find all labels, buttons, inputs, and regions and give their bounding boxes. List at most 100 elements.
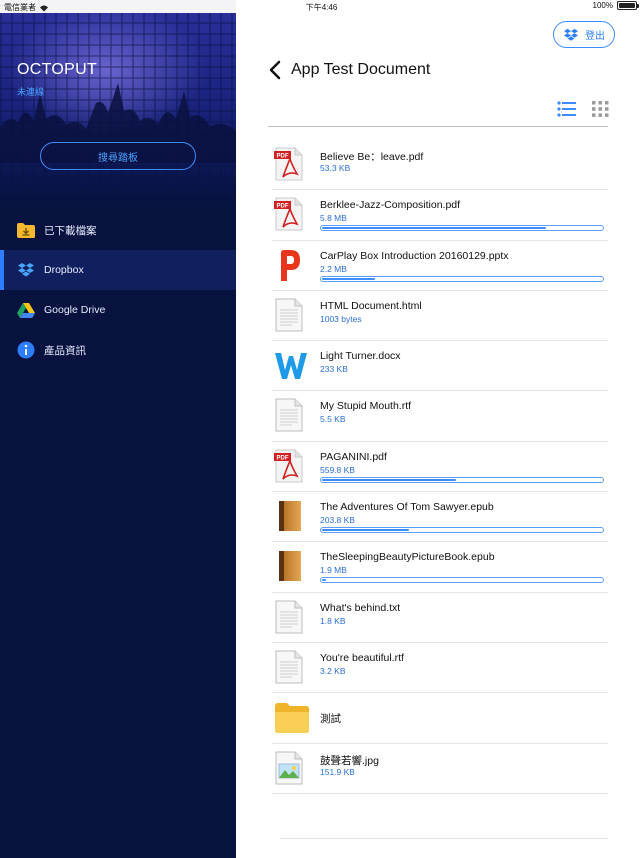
file-size: 1.9 MB: [320, 565, 347, 576]
sidebar-hero-image: [0, 13, 236, 203]
file-row[interactable]: My Stupid Mouth.rtf 5.5 KB: [272, 391, 608, 442]
list-view-icon[interactable]: [557, 101, 576, 117]
sidebar-item-label: Dropbox: [44, 264, 84, 276]
image-file-icon: [274, 751, 308, 787]
progress-fill: [322, 579, 327, 582]
progress-fill: [322, 529, 409, 532]
file-name: 測試: [320, 713, 341, 726]
info-icon: [16, 340, 36, 360]
back-chevron-icon[interactable]: [268, 60, 282, 80]
file-row[interactable]: Light Turner.docx 233 KB: [272, 341, 608, 392]
file-name: Believe Be：leave.pdf: [320, 151, 424, 163]
sidebar-item-label: 已下載檔案: [44, 224, 97, 237]
logout-button[interactable]: 登出: [553, 21, 615, 48]
battery-percent: 100%: [592, 1, 613, 10]
app-screen: OCTOPUT 未連線 搜尋踏板 已下載檔案 Dropbox Google Dr: [0, 0, 643, 858]
file-name: What's behind.txt: [320, 601, 401, 614]
list-end-divider: [280, 838, 608, 839]
sidebar-item-label: 產品資訊: [44, 344, 86, 357]
pdf-file-icon: PDF: [274, 147, 308, 183]
file-size: 3.2 KB: [320, 665, 346, 676]
powerpoint-file-icon: [274, 248, 308, 284]
folder-icon: [274, 700, 309, 736]
app-title: OCTOPUT: [17, 61, 98, 78]
pdf-file-icon: PDF: [274, 197, 308, 233]
file-row[interactable]: 鼓聲若響.jpg 151.9 KB: [272, 744, 608, 794]
epub-book-icon: [274, 499, 308, 535]
file-size: 5.8 MB: [320, 213, 347, 224]
text-file-icon: [274, 650, 308, 686]
progress-fill: [322, 478, 457, 481]
hero-grid-overlay: [0, 13, 236, 203]
sidebar-item-google-drive[interactable]: Google Drive: [0, 290, 236, 330]
file-size: 233 KB: [320, 364, 348, 375]
file-size: 203.8 KB: [320, 515, 355, 526]
file-row[interactable]: PDF Believe Be：leave.pdf 53.3 KB: [272, 140, 608, 191]
page-title: App Test Document: [291, 61, 431, 78]
file-row[interactable]: PDF Berklee-Jazz-Composition.pdf 5.8 MB: [272, 190, 608, 241]
file-row[interactable]: PDF PAGANINI.pdf 559.8 KB: [272, 442, 608, 493]
svg-text:PDF: PDF: [277, 455, 289, 461]
logout-label: 登出: [585, 31, 605, 42]
progress-fill: [322, 277, 376, 280]
download-progress-bar: [320, 275, 604, 282]
sidebar-item-product-info[interactable]: 產品資訊: [0, 330, 236, 370]
file-size: 559.8 KB: [320, 464, 355, 475]
battery-icon: [617, 1, 639, 10]
sidebar: OCTOPUT 未連線 搜尋踏板 已下載檔案 Dropbox Google Dr: [0, 0, 236, 858]
file-name: TheSleepingBeautyPictureBook.epub: [320, 551, 495, 564]
file-size: 5.5 KB: [320, 414, 346, 425]
text-file-icon: [274, 398, 308, 434]
view-toggle: [557, 101, 609, 117]
file-size: 1.8 KB: [320, 615, 346, 626]
sidebar-item-label: Google Drive: [44, 304, 106, 316]
file-name: My Stupid Mouth.rtf: [320, 400, 412, 413]
status-time: 下午4:46: [305, 3, 338, 12]
download-progress-bar: [320, 476, 604, 483]
file-size: 151.9 KB: [320, 766, 355, 777]
file-name: You're beautiful.rtf: [320, 651, 404, 664]
sidebar-nav: 已下載檔案 Dropbox Google Drive 產品資訊: [0, 210, 236, 370]
sidebar-item-dropbox[interactable]: Dropbox: [0, 250, 236, 290]
epub-book-icon: [274, 549, 308, 585]
connection-status: 未連線: [17, 87, 45, 97]
pdf-file-icon: PDF: [274, 449, 308, 485]
download-progress-bar: [320, 577, 604, 584]
file-row[interactable]: HTML Document.html 1003 bytes: [272, 291, 608, 342]
file-name: PAGANINI.pdf: [320, 450, 387, 463]
google-drive-icon: [16, 300, 36, 320]
download-folder-icon: [16, 220, 36, 240]
file-row[interactable]: What's behind.txt 1.8 KB: [272, 593, 608, 643]
file-row[interactable]: TheSleepingBeautyPictureBook.epub 1.9 MB: [272, 542, 608, 593]
main-panel: 登出 App Test Document PDF Believe Be：leave…: [236, 13, 643, 858]
file-row[interactable]: CarPlay Box Introduction 20160129.pptx 2.…: [272, 241, 608, 291]
file-row[interactable]: You're beautiful.rtf 3.2 KB: [272, 643, 608, 694]
download-progress-bar: [320, 225, 604, 232]
search-pad-button[interactable]: 搜尋踏板: [40, 142, 196, 170]
file-name: 鼓聲若響.jpg: [320, 754, 379, 767]
sidebar-item-downloaded[interactable]: 已下載檔案: [0, 210, 236, 250]
word-file-icon: [274, 348, 308, 384]
file-name: Light Turner.docx: [320, 350, 401, 363]
file-name: The Adventures Of Tom Sawyer.epub: [320, 501, 494, 514]
file-name: HTML Document.html: [320, 299, 422, 312]
download-progress-bar: [320, 527, 604, 534]
file-name: CarPlay Box Introduction 20160129.pptx: [320, 249, 509, 262]
file-name: Berklee-Jazz-Composition.pdf: [320, 199, 461, 212]
dropbox-icon: [16, 260, 36, 280]
status-bar: 電信業者 下午4:46 100%: [0, 0, 643, 13]
header-divider: [268, 126, 608, 127]
text-file-icon: [274, 298, 308, 334]
svg-text:PDF: PDF: [277, 154, 289, 160]
file-list: PDF Believe Be：leave.pdf 53.3 KB PDF Berklee…: [272, 140, 608, 794]
file-size: 2.2 MB: [320, 263, 347, 274]
file-size: 53.3 KB: [320, 163, 351, 173]
file-row[interactable]: The Adventures Of Tom Sawyer.epub 203.8 K…: [272, 492, 608, 543]
grid-view-icon[interactable]: [592, 101, 609, 117]
dropbox-icon: [564, 28, 578, 41]
battery-group: 100%: [592, 1, 639, 10]
folder-row[interactable]: 測試: [272, 693, 608, 744]
file-size: 1003 bytes: [320, 313, 362, 324]
text-file-icon: [274, 600, 308, 636]
svg-text:PDF: PDF: [277, 204, 289, 210]
